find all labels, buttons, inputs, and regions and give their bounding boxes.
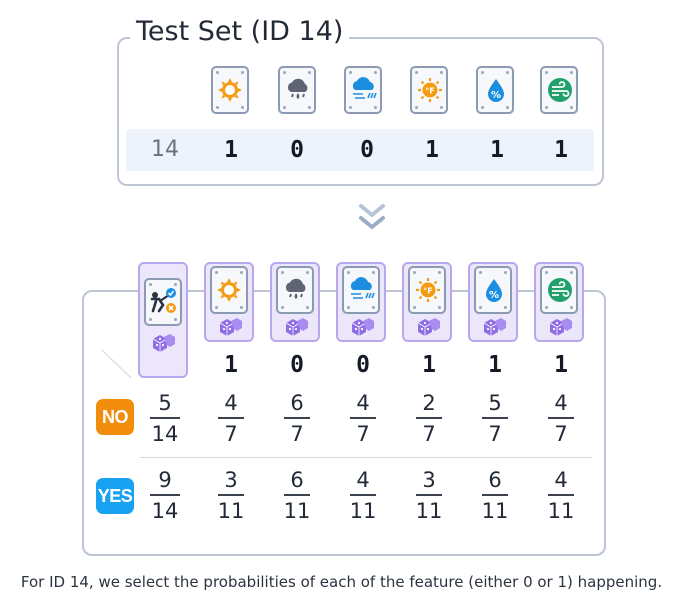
yes-temperature-fraction: 3 11 (407, 468, 451, 523)
svg-text:°F: °F (423, 287, 432, 296)
yes-sun-fraction: 3 11 (209, 468, 253, 523)
fraction-denominator: 11 (217, 499, 245, 523)
fraction-numerator: 6 (488, 468, 502, 492)
fraction-numerator: 2 (422, 391, 436, 415)
fraction-denominator: 11 (547, 499, 575, 523)
play-decision-icon (144, 278, 182, 326)
sun-icon (210, 266, 248, 314)
fraction-numerator: 4 (554, 468, 568, 492)
fraction-numerator: 6 (290, 391, 304, 415)
corner-divider (101, 349, 132, 379)
test-set-id: 14 (151, 137, 179, 162)
test-set-title: Test Set (ID 14) (130, 14, 350, 50)
yes-cloud-wind-fraction: 4 11 (341, 468, 385, 523)
yes-rain-fraction: 6 11 (275, 468, 319, 523)
hot-temperature-icon: °F (410, 66, 448, 114)
hot-temperature-icon: °F (408, 266, 446, 314)
no-class-badge: NO (96, 399, 134, 435)
dice-icon (549, 318, 572, 336)
wind-icon (540, 66, 578, 114)
dice-icon (152, 334, 175, 352)
test-value-sun: 1 (224, 137, 238, 163)
dice-icon (351, 318, 374, 336)
cloud-rain-icon (278, 66, 316, 114)
fraction-numerator: 4 (356, 468, 370, 492)
test-value-humidity: 1 (490, 137, 504, 163)
fraction-denominator: 11 (415, 499, 443, 523)
fraction-denominator: 7 (488, 422, 502, 446)
svg-text:%: % (491, 90, 501, 101)
sun-icon (211, 66, 249, 114)
dice-icon (285, 318, 308, 336)
no-wind-fraction: 4 7 (539, 391, 583, 446)
fraction-denominator: 11 (349, 499, 377, 523)
fraction-denominator: 14 (151, 422, 179, 446)
yes-prior-fraction: 9 14 (143, 468, 187, 523)
dice-icon (417, 318, 440, 336)
figure-caption: For ID 14, we select the probabilities o… (20, 573, 663, 591)
no-humidity-fraction: 5 7 (473, 391, 517, 446)
fraction-denominator: 14 (151, 499, 179, 523)
yes-humidity-fraction: 6 11 (473, 468, 517, 523)
humidity-icon: % (474, 266, 512, 314)
feature-value-cloud-wind: 0 (356, 352, 370, 378)
test-value-wind: 1 (554, 137, 568, 163)
chevron-down-icon (359, 204, 385, 229)
fraction-denominator: 11 (283, 499, 311, 523)
fraction-numerator: 4 (554, 391, 568, 415)
svg-text:°F: °F (425, 87, 434, 96)
dice-icon (483, 318, 506, 336)
svg-text:%: % (489, 290, 499, 301)
no-prior-fraction: 5 14 (143, 391, 187, 446)
fraction-denominator: 7 (422, 422, 436, 446)
fraction-numerator: 9 (158, 468, 172, 492)
feature-value-humidity: 1 (488, 352, 502, 378)
dice-icon (219, 318, 242, 336)
fraction-denominator: 7 (224, 422, 238, 446)
fraction-denominator: 7 (290, 422, 304, 446)
fraction-numerator: 3 (422, 468, 436, 492)
fraction-numerator: 4 (224, 391, 238, 415)
yes-wind-fraction: 4 11 (539, 468, 583, 523)
fraction-numerator: 5 (488, 391, 502, 415)
cloud-rain-icon (276, 266, 314, 314)
no-cloud-wind-fraction: 4 7 (341, 391, 385, 446)
no-sun-fraction: 4 7 (209, 391, 253, 446)
no-rain-fraction: 6 7 (275, 391, 319, 446)
fraction-numerator: 3 (224, 468, 238, 492)
fraction-numerator: 5 (158, 391, 172, 415)
yes-class-badge: YES (96, 478, 134, 514)
fraction-numerator: 4 (356, 391, 370, 415)
fraction-denominator: 7 (554, 422, 568, 446)
row-divider (140, 457, 592, 458)
feature-value-temperature: 1 (422, 352, 436, 378)
test-value-rain: 0 (290, 137, 304, 163)
test-value-cloud-wind: 0 (360, 137, 374, 163)
no-temperature-fraction: 2 7 (407, 391, 451, 446)
fraction-denominator: 11 (481, 499, 509, 523)
cloud-wind-icon (344, 66, 382, 114)
feature-value-sun: 1 (224, 352, 238, 378)
wind-icon (540, 266, 578, 314)
test-value-temperature: 1 (425, 137, 439, 163)
feature-value-wind: 1 (554, 352, 568, 378)
cloud-wind-icon (342, 266, 380, 314)
fraction-denominator: 7 (356, 422, 370, 446)
fraction-numerator: 6 (290, 468, 304, 492)
humidity-icon: % (476, 66, 514, 114)
feature-value-rain: 0 (290, 352, 304, 378)
